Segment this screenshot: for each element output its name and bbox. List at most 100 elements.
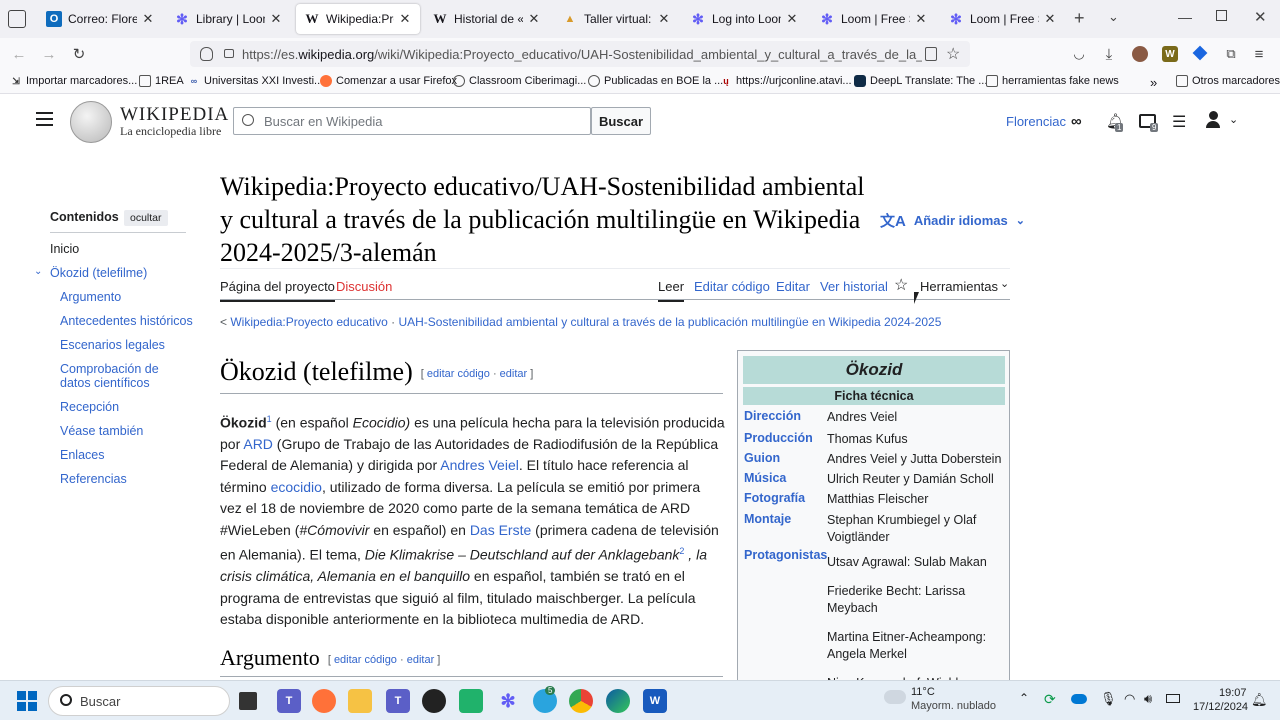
loom-icon[interactable]: ✻ (496, 689, 520, 713)
close-tab-icon[interactable]: ✕ (785, 11, 799, 27)
close-tab-icon[interactable]: ✕ (527, 11, 541, 27)
profile-avatar[interactable] (1132, 46, 1148, 62)
breadcrumb-link-proyecto[interactable]: Wikipedia:Proyecto educativo (230, 315, 387, 329)
app-green-icon[interactable] (459, 689, 483, 713)
edit-link[interactable]: editar (500, 368, 528, 380)
clock-date[interactable]: 17/12/2024 (1193, 701, 1248, 713)
clock-time[interactable]: 19:07 (1219, 687, 1247, 699)
tab-discussion[interactable]: Discusión (336, 279, 392, 294)
edit-source-link[interactable]: editar código (427, 368, 490, 380)
wordmark[interactable]: Wikipedia (120, 104, 229, 126)
toc-item-escenarios[interactable]: Escenarios legales (60, 338, 165, 352)
search-input[interactable]: Buscar en Wikipedia (233, 107, 591, 135)
teams-icon[interactable]: T (277, 689, 301, 713)
weather-desc[interactable]: Mayorm. nublado (911, 700, 996, 712)
tab-edit[interactable]: Editar (776, 279, 810, 294)
bookmark-1rea[interactable]: 1REA (139, 75, 184, 87)
firefox-icon[interactable] (312, 689, 336, 713)
link-ard[interactable]: ARD (243, 436, 273, 452)
minimize-window-icon[interactable]: — (1178, 9, 1192, 25)
tab-loom-free-2[interactable]: ✻ Loom | Free Screen Recorder ✕ (940, 4, 1065, 34)
infobox-label-fotografia[interactable]: Fotografía (744, 491, 805, 505)
chrome-icon[interactable] (569, 689, 593, 713)
close-window-icon[interactable]: ✕ (1254, 8, 1267, 26)
link-das-erste[interactable]: Das Erste (470, 522, 531, 538)
tab-overflow-chevron-icon[interactable]: ⌄ (1108, 9, 1119, 25)
watchlist-glasses-icon[interactable]: ∞ (1071, 113, 1082, 130)
breadcrumb-link-uah[interactable]: UAH-Sostenibilidad ambiental y cultural … (398, 315, 941, 329)
url-text[interactable]: https://es.wikipedia.org/wiki/Wikipedia:… (242, 47, 922, 62)
reader-view-icon[interactable] (925, 47, 937, 61)
tab-edit-source[interactable]: Editar código (694, 279, 770, 294)
add-languages-button[interactable]: 文A Añadir idiomas ⌄ (880, 210, 1025, 231)
tab-correo[interactable]: O Correo: Florencia Ceba ✕ (38, 4, 163, 34)
tab-taller-virtual[interactable]: ▲ Taller virtual: Cómo ✕ (554, 4, 679, 34)
infobox-label-guion[interactable]: Guion (744, 451, 780, 465)
search-button[interactable]: Buscar (591, 107, 651, 135)
close-tab-icon[interactable]: ✕ (1043, 11, 1057, 27)
toc-item-comprobacion[interactable]: Comprobación de datos científicos (60, 362, 190, 390)
wifi-icon[interactable]: ◠ (1124, 691, 1135, 707)
file-explorer-icon[interactable] (348, 689, 372, 713)
task-view-icon[interactable] (239, 692, 257, 710)
infobox-label-musica[interactable]: Música (744, 471, 786, 485)
bookmark-star-icon[interactable]: ☆ (946, 44, 960, 64)
app-dark-icon[interactable] (422, 689, 446, 713)
user-menu-icon[interactable] (1205, 111, 1221, 129)
tab-history[interactable]: Ver historial (820, 279, 888, 294)
tab-historial[interactable]: W Historial de «Wikipedia ✕ (424, 4, 549, 34)
close-tab-icon[interactable]: ✕ (269, 11, 283, 27)
pocket-icon[interactable]: ◡ (1068, 44, 1090, 64)
watch-star-icon[interactable]: ☆ (894, 275, 908, 295)
toc-hide-button[interactable]: ocultar (124, 210, 168, 226)
forward-icon[interactable]: → (38, 44, 60, 64)
close-tab-icon[interactable]: ✕ (398, 11, 412, 27)
toc-item-vease[interactable]: Véase también (60, 424, 143, 438)
bookmark-otros[interactable]: Otros marcadores (1176, 75, 1280, 87)
infobox-label-direccion[interactable]: Dirección (744, 409, 801, 423)
bookmark-boe[interactable]: Publicadas en BOE la ... (588, 75, 723, 87)
toc-item-enlaces[interactable]: Enlaces (60, 448, 104, 462)
tab-read[interactable]: Leer (658, 279, 685, 302)
edit-source-link[interactable]: editar código (334, 654, 397, 666)
restore-window-icon[interactable] (1216, 10, 1227, 21)
edge-icon[interactable] (606, 689, 630, 713)
extensions-icon[interactable]: ⧉ (1220, 44, 1242, 64)
bookmark-deepl[interactable]: DeepL Translate: The ... (854, 75, 987, 87)
address-bar[interactable]: https://es.wikipedia.org/wiki/Wikipedia:… (190, 41, 970, 67)
lock-icon[interactable] (224, 49, 234, 58)
infobox-label-montaje[interactable]: Montaje (744, 512, 791, 526)
microphone-icon[interactable]: 🎙︎ (1100, 691, 1117, 707)
toc-item-referencias[interactable]: Referencias (60, 472, 127, 486)
toc-collapse-chevron-icon[interactable]: ⌄ (34, 266, 42, 277)
reload-icon[interactable]: ↻ (68, 44, 90, 64)
user-link[interactable]: Florenciac (1006, 114, 1066, 129)
back-icon[interactable]: ← (8, 44, 30, 64)
toc-item-argumento[interactable]: Argumento (60, 290, 121, 304)
infobox-label-produccion[interactable]: Producción (744, 431, 813, 445)
weather-cloud-icon[interactable] (884, 690, 906, 704)
new-tab-icon[interactable]: + (1074, 8, 1085, 29)
notification-bell-icon[interactable]: 🔔︎ (1251, 692, 1268, 708)
infobox-label-protagonistas[interactable]: Protagonistas (744, 548, 827, 562)
word-icon[interactable]: W (643, 689, 667, 713)
bookmark-urjconline[interactable]: ų https://urjconline.atavi... (720, 75, 851, 87)
toc-item-recepcion[interactable]: Recepción (60, 400, 119, 414)
link-ecocidio[interactable]: ecocidio (271, 479, 322, 495)
tools-chevron-icon[interactable]: ⌄ (1000, 277, 1009, 290)
bookmark-classroom[interactable]: Classroom Ciberimagi... (453, 75, 586, 87)
wikipedia-globe-logo[interactable] (70, 101, 112, 143)
tray-overflow-chevron-icon[interactable]: ⌃ (1019, 691, 1029, 705)
close-tab-icon[interactable]: ✕ (141, 11, 155, 27)
tab-wikipedia-proyecto[interactable]: W Wikipedia:Proyecto educativo ✕ (296, 4, 420, 34)
infobox-value-direccion[interactable]: Andres Veiel (827, 409, 1005, 426)
weather-temp[interactable]: 11°C (911, 686, 935, 698)
bookmark-universitas[interactable]: ∞ Universitas XXI Investi... (188, 75, 323, 87)
main-menu-icon[interactable] (36, 112, 53, 126)
sync-icon[interactable]: ⟳ (1044, 691, 1056, 708)
user-menu-chevron-icon[interactable]: ⌄ (1229, 113, 1238, 126)
tab-list-icon[interactable] (8, 10, 26, 28)
battery-icon[interactable] (1166, 694, 1180, 703)
downloads-icon[interactable]: ⤓ (1098, 44, 1120, 64)
bookmark-fake-news[interactable]: herramientas fake news (986, 75, 1119, 87)
